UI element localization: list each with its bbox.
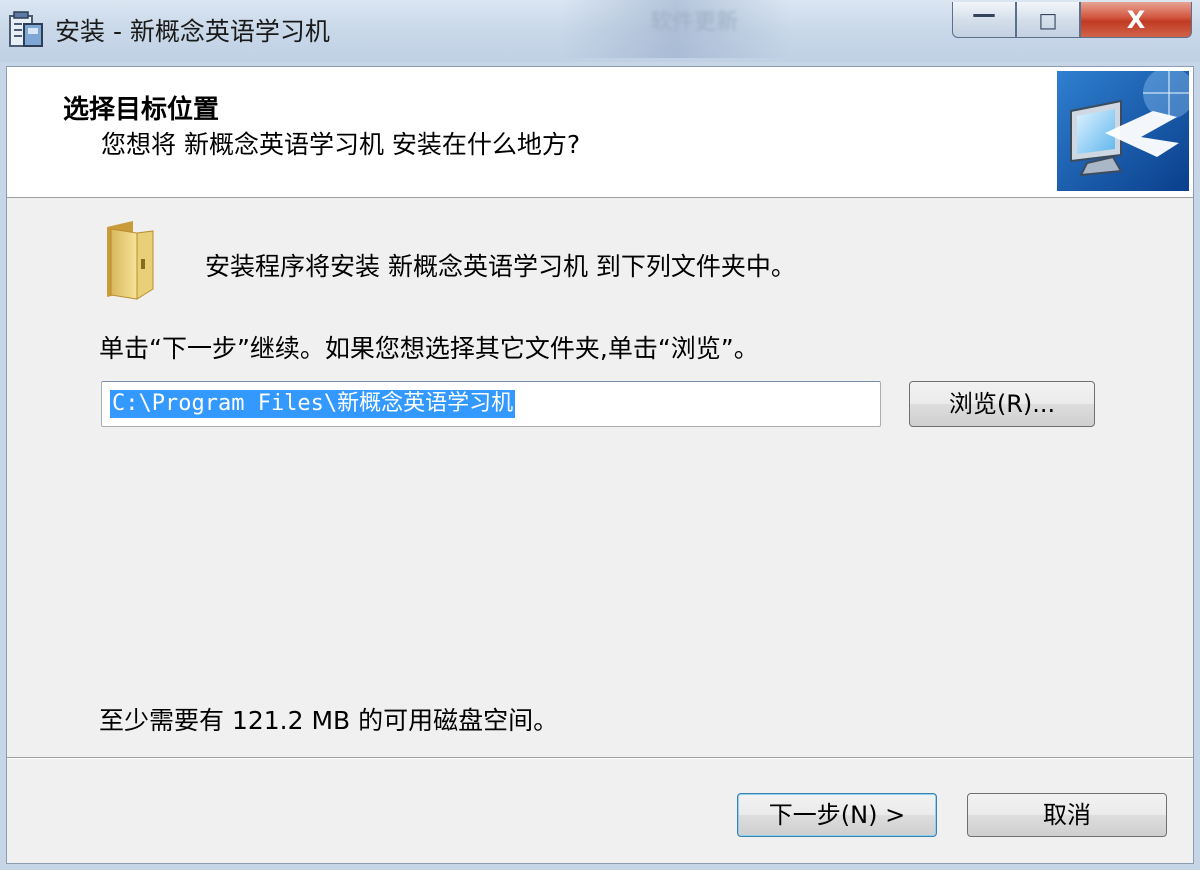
minimize-icon: — <box>972 0 996 28</box>
cancel-button[interactable]: 取消 <box>967 793 1167 837</box>
close-button[interactable]: X <box>1080 2 1192 38</box>
page-subtitle: 您想将 新概念英语学习机 安装在什么地方? <box>101 130 581 159</box>
install-message: 安装程序将安装 新概念英语学习机 到下列文件夹中。 <box>205 252 796 281</box>
minimize-button[interactable]: — <box>952 0 1016 38</box>
window-title: 安装 - 新概念英语学习机 <box>55 17 330 46</box>
wizard-monitor-icon <box>1057 71 1189 191</box>
footer-separator <box>7 757 1193 759</box>
title-bar[interactable]: 软件更新 安装 - 新概念英语学习机 — □ X <box>0 0 1200 66</box>
wizard-header: 选择目标位置 您想将 新概念英语学习机 安装在什么地方? <box>7 67 1193 198</box>
close-icon: X <box>1126 6 1146 34</box>
folder-icon <box>107 221 154 300</box>
disk-space-requirement: 至少需要有 121.2 MB 的可用磁盘空间。 <box>99 706 559 735</box>
page-title: 选择目标位置 <box>63 95 220 125</box>
background-window-text: 软件更新 <box>650 10 739 35</box>
instruction-text: 单击“下一步”继续。如果您想选择其它文件夹,单击“浏览”。 <box>99 334 759 363</box>
install-path-field[interactable]: C:\Program Files\新概念英语学习机 <box>101 381 881 427</box>
next-button[interactable]: 下一步(N) > <box>737 793 937 837</box>
maximize-icon: □ <box>1038 8 1058 32</box>
install-path-value[interactable]: C:\Program Files\新概念英语学习机 <box>110 390 516 418</box>
browse-button[interactable]: 浏览(R)... <box>909 381 1095 427</box>
maximize-button[interactable]: □ <box>1016 2 1080 38</box>
setup-dialog: 选择目标位置 您想将 新概念英语学习机 安装在什么地方? 安装程序将安装 新概念… <box>6 66 1194 864</box>
setup-app-icon <box>9 11 43 47</box>
